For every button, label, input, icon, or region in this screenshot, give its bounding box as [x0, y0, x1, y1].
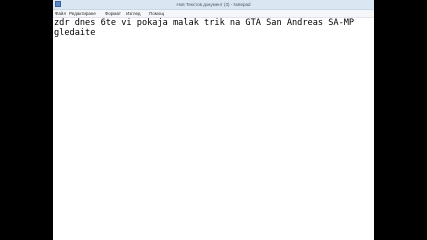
text-line-1: zdr dnes 6te vi pokaja malak trik na GTA…	[54, 18, 355, 28]
letterbox-left	[0, 0, 53, 240]
notepad-window: Нов Текстов документ (3) - Notepad Файл …	[53, 0, 374, 240]
menu-bar: Файл Редактиране Формат Изглед Помощ	[53, 10, 374, 18]
menu-view[interactable]: Изглед	[126, 10, 141, 17]
title-bar[interactable]: Нов Текстов документ (3) - Notepad	[53, 0, 374, 10]
menu-help[interactable]: Помощ	[149, 10, 164, 17]
menu-file[interactable]: Файл	[55, 10, 66, 17]
text-line-2: gledaite	[54, 28, 96, 38]
window-title: Нов Текстов документ (3) - Notepad	[176, 2, 251, 7]
letterbox-right	[374, 0, 427, 240]
text-editor-area[interactable]: zdr dnes 6te vi pokaja malak trik na GTA…	[53, 18, 374, 240]
menu-format[interactable]: Формат	[105, 10, 121, 17]
menu-edit[interactable]: Редактиране	[69, 10, 96, 17]
